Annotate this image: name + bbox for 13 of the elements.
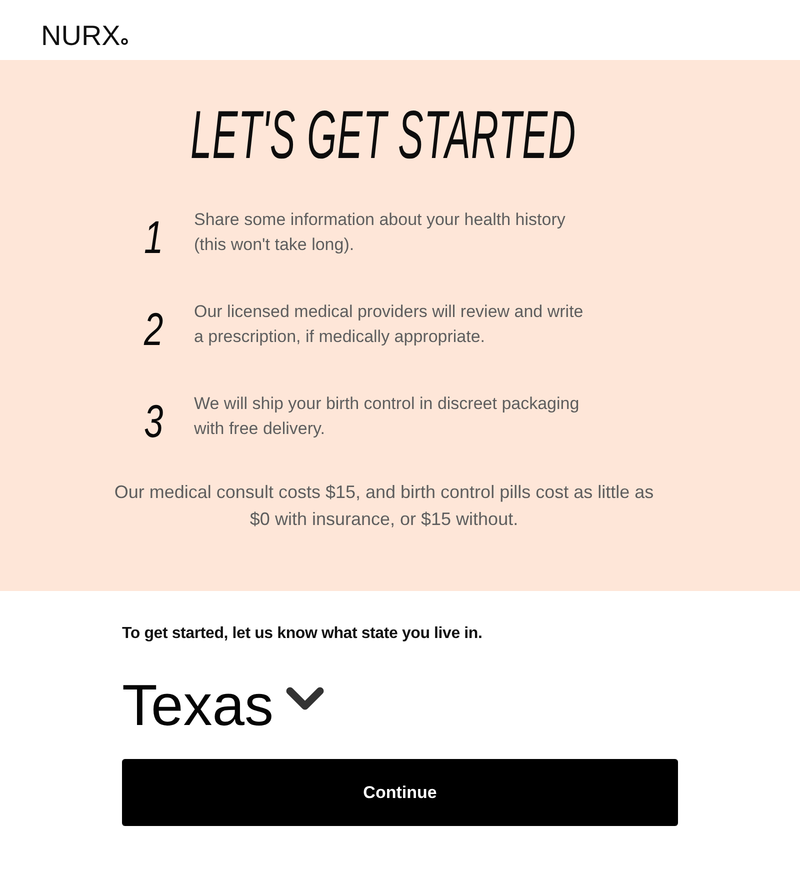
page-heading: LET'S GET STARTED [190, 97, 576, 173]
continue-button[interactable]: Continue [122, 759, 678, 826]
step-description: Our licensed medical providers will review and write a prescription, if medically appropriate. [194, 301, 584, 348]
step-number: 1 [144, 212, 164, 262]
step-description: Share some information about your health history (this won't take long). [194, 209, 566, 256]
pricing-note: Our medical consult costs $15, and birth control pills cost as little as $0 with insurance, or $15 without. [113, 481, 655, 531]
step-number: 2 [144, 304, 164, 354]
state-prompt: To get started, let us know what state you live in. [122, 624, 484, 644]
brand-logo-text: NURX [41, 20, 120, 52]
step-number: 3 [144, 396, 164, 446]
dot-icon [121, 38, 128, 45]
state-dropdown[interactable]: Texas [122, 672, 324, 740]
step-description: We will ship your birth control in discreet packaging with free delivery. [194, 393, 580, 440]
